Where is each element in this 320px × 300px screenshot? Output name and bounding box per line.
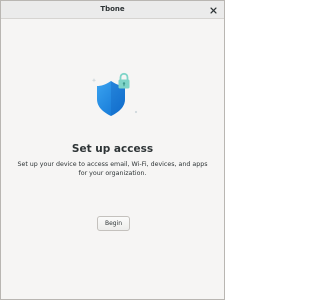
close-icon: [209, 6, 217, 14]
close-button[interactable]: [206, 3, 220, 17]
window-title: Tbone: [100, 5, 125, 13]
app-window: Tbone Set up access Set up your device t…: [0, 0, 225, 300]
page-title: Set up access: [71, 143, 154, 155]
page-description: Set up your device to access email, Wi-F…: [17, 161, 208, 177]
title-bar[interactable]: Tbone: [1, 1, 224, 19]
begin-button[interactable]: Begin: [97, 216, 130, 231]
shield-lock-icon: [89, 71, 139, 121]
